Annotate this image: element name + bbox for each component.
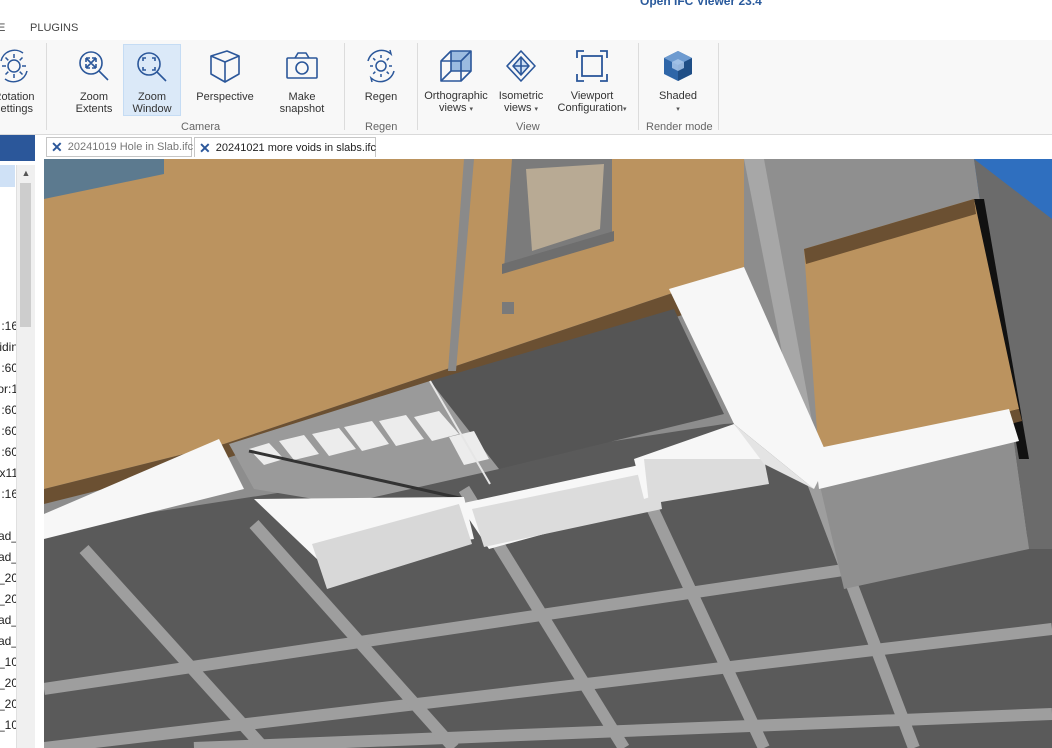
perspective-button[interactable]: Perspective <box>192 44 258 116</box>
chevron-down-icon: ▾ <box>534 106 539 113</box>
document-tabs: ✕ 20241019 Hole in Slab.ifc ✕ 20241021 m… <box>44 135 1052 159</box>
chevron-down-icon: ▾ <box>469 106 474 113</box>
regen-label: Regen <box>364 91 398 103</box>
group-label-regen: Regen <box>365 121 398 133</box>
iso-cube-icon <box>501 46 541 85</box>
model-render <box>44 159 1052 748</box>
close-icon[interactable]: ✕ <box>51 140 63 154</box>
ribbon: Rotationsettings ZoomExtents ZoomWindow … <box>0 40 1052 135</box>
orthographic-views-label-1: Orthographic <box>424 90 488 102</box>
zoom-extents-label-1: Zoom <box>79 91 109 103</box>
group-separator <box>46 43 47 130</box>
chevron-down-icon: ▾ <box>622 106 627 113</box>
make-snapshot-label-2: snapshot <box>279 103 325 115</box>
rotation-settings-label-2: settings <box>0 103 33 115</box>
tree-scrollbar[interactable]: ▲ <box>16 165 35 748</box>
orthographic-views-button[interactable]: Orthographic views ▾ <box>422 44 490 116</box>
chevron-down-icon: ▾ <box>676 106 680 113</box>
zoom-extents-icon <box>74 46 114 86</box>
group-separator <box>417 43 418 130</box>
group-label-camera: Camera <box>181 121 221 133</box>
zoom-window-label-1: Zoom <box>137 91 167 103</box>
perspective-label: Perspective <box>196 91 254 103</box>
perspective-icon <box>205 46 245 86</box>
regen-button[interactable]: Regen <box>355 44 407 116</box>
orthographic-views-label-2: views <box>438 102 467 114</box>
viewport-configuration-label-1: Viewport <box>570 90 614 102</box>
shaded-cube-icon <box>658 46 698 85</box>
isometric-views-label-2: views <box>503 102 532 114</box>
make-snapshot-button[interactable]: Make snapshot <box>272 44 332 116</box>
zoom-window-label-2: Window <box>132 103 172 115</box>
group-label-render-mode: Render mode <box>646 121 713 133</box>
scrollbar-thumb[interactable] <box>20 183 31 327</box>
ortho-cube-icon <box>436 46 476 85</box>
shaded-label: Shaded <box>659 90 697 102</box>
3d-viewport[interactable] <box>44 159 1052 748</box>
tab-label: 20241019 Hole in Slab.ifc <box>67 141 194 153</box>
group-separator <box>638 43 639 130</box>
zoom-window-button[interactable]: Zoom Window <box>123 44 181 116</box>
tree-selected-item[interactable] <box>0 165 15 187</box>
zoom-window-icon <box>132 47 172 86</box>
rotation-settings-button[interactable]: Rotationsettings <box>0 44 40 116</box>
menu-tab-partial[interactable]: E <box>0 22 5 34</box>
scroll-up-icon[interactable]: ▲ <box>17 165 35 181</box>
menu-strip: E PLUGINS <box>0 0 1052 40</box>
zoom-extents-label-2: Extents <box>75 103 113 115</box>
gear-rotate-icon <box>0 46 34 86</box>
group-label-view: View <box>516 121 540 133</box>
close-icon[interactable]: ✕ <box>199 141 211 155</box>
camera-icon <box>282 46 322 86</box>
group-separator <box>344 43 345 130</box>
group-separator <box>718 43 719 130</box>
panel-header <box>0 135 35 161</box>
tab-hole-in-slab[interactable]: ✕ 20241019 Hole in Slab.ifc <box>46 137 194 157</box>
isometric-views-label-1: Isometric <box>498 90 544 102</box>
regen-icon <box>361 46 401 86</box>
tab-more-voids-in-slabs[interactable]: ✕ 20241021 more voids in slabs.ifc <box>194 137 376 157</box>
tab-label: 20241021 more voids in slabs.ifc <box>215 141 376 154</box>
model-tree-panel: :16 idin :60 or:1 :60 :60 :60 x11 :16 ad… <box>0 135 45 748</box>
isometric-views-button[interactable]: Isometric views ▾ <box>493 44 549 116</box>
viewport-frame-icon <box>572 46 612 85</box>
menu-tab-plugins[interactable]: PLUGINS <box>30 22 78 34</box>
rotation-settings-label-1: Rotation <box>0 91 35 103</box>
make-snapshot-label-1: Make <box>288 91 316 103</box>
viewport-configuration-button[interactable]: Viewport Configuration▾ <box>553 44 631 116</box>
viewport-configuration-label-2: Configuration <box>557 102 623 114</box>
shaded-button[interactable]: Shaded ▾ <box>652 44 704 116</box>
zoom-extents-button[interactable]: Zoom Extents <box>66 44 122 116</box>
app-title: Open IFC Viewer 23.4 <box>640 0 762 8</box>
